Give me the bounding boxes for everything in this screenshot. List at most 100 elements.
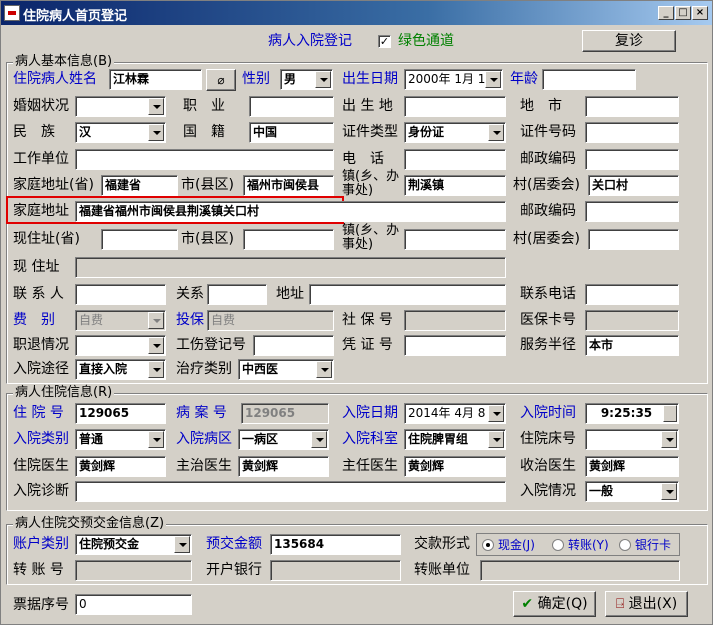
doctor-label: 住院医生	[13, 458, 69, 474]
account-type-select[interactable]: 住院预交金	[75, 534, 192, 555]
admit-route-label: 入院途径	[13, 361, 69, 377]
transfer-unit-field[interactable]	[480, 560, 680, 581]
injury-field[interactable]	[253, 335, 334, 356]
postcode-field[interactable]	[585, 149, 679, 170]
chevron-down-icon[interactable]	[311, 431, 327, 448]
nation-field[interactable]: 中国	[249, 122, 334, 143]
ethnic-select[interactable]: 汉	[75, 122, 166, 143]
fee-type-value: 自费	[79, 313, 104, 327]
chevron-down-icon[interactable]	[488, 405, 504, 422]
insure-field[interactable]: 自费	[207, 310, 334, 331]
current-village-field[interactable]	[588, 229, 679, 250]
ok-button[interactable]: ✔ 确定(Q)	[513, 591, 596, 617]
condition-select[interactable]: 一般	[585, 481, 679, 502]
minimize-icon[interactable]: _	[658, 6, 674, 20]
bank-card-label[interactable]: 银行卡	[635, 536, 671, 554]
chevron-down-icon[interactable]	[148, 98, 164, 115]
treatment-type-value: 中西医	[242, 362, 279, 376]
attending-field[interactable]: 黄剑辉	[238, 456, 329, 477]
chevron-down-icon[interactable]	[661, 483, 677, 500]
doctor-field[interactable]: 黄剑辉	[75, 456, 166, 477]
bank-field[interactable]	[270, 560, 401, 581]
social-security-label: 社 保 号	[342, 312, 393, 328]
city-field[interactable]	[585, 96, 679, 117]
exit-button[interactable]: ⍈ 退出(X)	[605, 591, 688, 617]
chevron-down-icon[interactable]	[148, 312, 164, 329]
home-postcode-field[interactable]	[585, 201, 679, 222]
job-field[interactable]	[249, 96, 334, 117]
cash-radio[interactable]	[482, 539, 494, 551]
social-security-field[interactable]	[404, 310, 506, 331]
retire-select[interactable]	[75, 335, 166, 356]
read-card-button[interactable]: ⌀	[206, 69, 236, 91]
phone-field[interactable]	[404, 149, 506, 170]
workplace-label: 工作单位	[13, 151, 69, 167]
medcard-label: 医保卡号	[520, 312, 576, 328]
chevron-down-icon[interactable]	[315, 71, 331, 88]
home-province-field[interactable]: 福建省	[101, 175, 178, 196]
chevron-down-icon[interactable]	[148, 361, 164, 378]
receipt-no-field[interactable]: 0	[75, 594, 192, 615]
chevron-down-icon[interactable]	[148, 431, 164, 448]
current-city-field[interactable]	[243, 229, 334, 250]
age-field[interactable]	[542, 69, 636, 90]
service-radius-field[interactable]: 本市	[585, 335, 679, 356]
diagnosis-field[interactable]	[75, 481, 506, 502]
birthplace-field[interactable]	[404, 96, 506, 117]
treatment-type-select[interactable]: 中西医	[238, 359, 334, 380]
relation-field[interactable]	[207, 284, 267, 305]
dept-label: 入院科室	[342, 431, 398, 447]
admit-route-select[interactable]: 直接入院	[75, 359, 166, 380]
admit-time-field[interactable]: 9:25:35	[585, 403, 679, 424]
transfer-no-field[interactable]	[75, 560, 192, 581]
gender-select[interactable]: 男	[280, 69, 333, 90]
ward-select[interactable]: 一病区	[238, 429, 329, 450]
fee-type-select[interactable]: 自费	[75, 310, 166, 331]
chevron-down-icon[interactable]	[174, 536, 190, 553]
transfer-radio[interactable]	[552, 539, 564, 551]
contact-phone-field[interactable]	[585, 284, 679, 305]
bed-select[interactable]	[585, 429, 679, 450]
marital-select[interactable]	[75, 96, 166, 117]
chevron-down-icon[interactable]	[488, 124, 504, 141]
contact-field[interactable]	[75, 284, 166, 305]
idtype-select[interactable]: 身份证	[404, 122, 506, 143]
transfer-label[interactable]: 转账(Y)	[568, 536, 609, 554]
voucher-field[interactable]	[404, 335, 506, 356]
chevron-down-icon[interactable]	[148, 124, 164, 141]
idno-field[interactable]	[585, 122, 679, 143]
ok-label: 确定(Q)	[537, 596, 588, 612]
close-icon[interactable]: ×	[692, 6, 708, 20]
reset-button[interactable]: 复诊	[582, 30, 676, 52]
record-no-field[interactable]: 129065	[241, 403, 329, 424]
home-town-field[interactable]: 荆溪镇	[404, 175, 506, 196]
current-town-field[interactable]	[404, 229, 506, 250]
chief-field[interactable]: 黄剑辉	[404, 456, 506, 477]
dept-select[interactable]: 住院脾胃组	[404, 429, 506, 450]
medcard-field[interactable]	[585, 310, 679, 331]
bank-card-radio[interactable]	[619, 539, 631, 551]
current-address-field[interactable]	[75, 257, 506, 278]
chevron-down-icon[interactable]	[488, 431, 504, 448]
chevron-down-icon[interactable]	[661, 431, 677, 448]
chevron-down-icon[interactable]	[148, 337, 164, 354]
green-channel-checkbox[interactable]: ✓	[378, 35, 391, 48]
home-city-field[interactable]: 福州市闽侯县	[243, 175, 334, 196]
workplace-field[interactable]	[75, 149, 334, 170]
admit-type-select[interactable]: 普通	[75, 429, 166, 450]
amount-field[interactable]: 135684	[270, 534, 401, 555]
home-address-field[interactable]: 福建省福州市闽侯县荆溪镇关口村	[75, 201, 506, 222]
name-field[interactable]: 江林霖	[109, 69, 202, 90]
admit-date-picker[interactable]: 2014年 4月 8	[404, 403, 506, 424]
spinner-icon[interactable]	[663, 405, 677, 422]
chevron-down-icon[interactable]	[316, 361, 332, 378]
chevron-down-icon[interactable]	[485, 71, 501, 88]
receiving-field[interactable]: 黄剑辉	[585, 456, 679, 477]
cash-label[interactable]: 现金(J)	[498, 536, 535, 554]
dob-picker[interactable]: 2000年 1月 1	[404, 69, 503, 90]
home-village-field[interactable]: 关口村	[588, 175, 679, 196]
maximize-icon[interactable]: □	[675, 6, 691, 20]
current-province-field[interactable]	[101, 229, 178, 250]
contact-address-field[interactable]	[309, 284, 506, 305]
inpatient-no-field[interactable]: 129065	[75, 403, 166, 424]
